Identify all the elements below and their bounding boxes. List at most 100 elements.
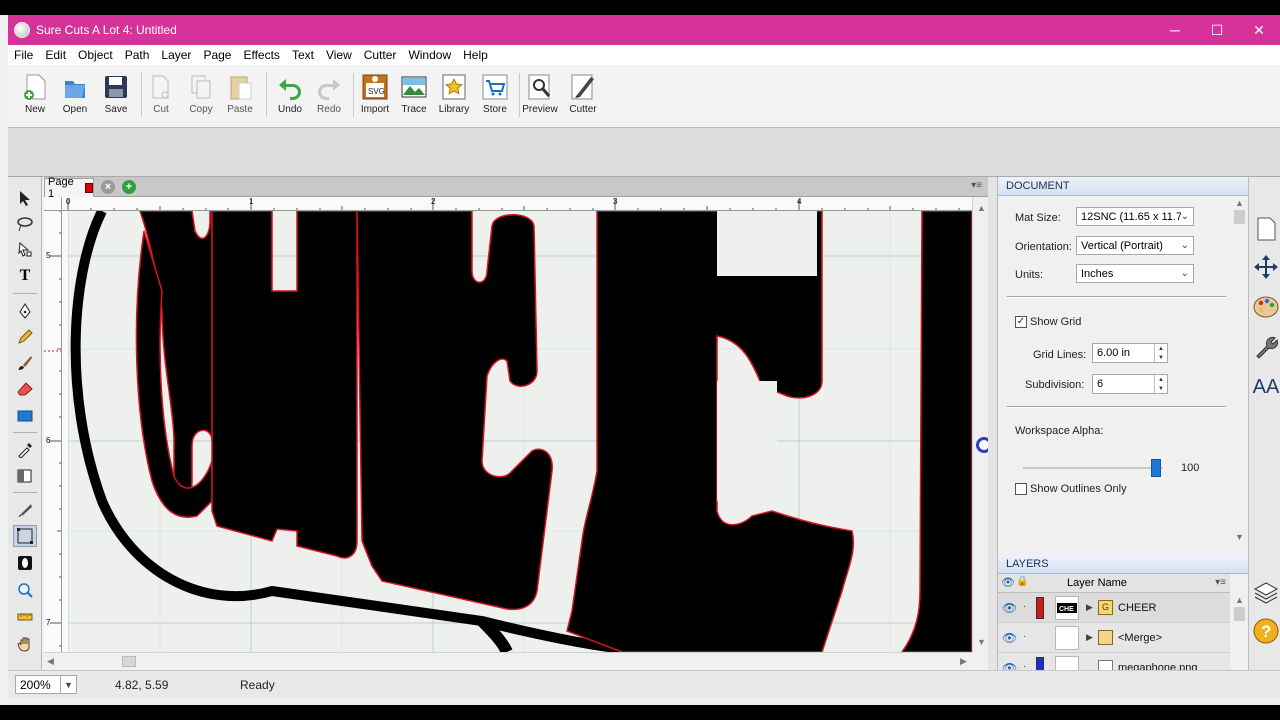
mat-size-select[interactable]: 12SNC (11.65 x 11.7 ⌄ bbox=[1076, 207, 1194, 226]
import-button[interactable]: SVG Import bbox=[355, 73, 395, 115]
layer-name[interactable]: CHEER bbox=[1118, 602, 1157, 614]
menu-layer[interactable]: Layer bbox=[155, 48, 197, 62]
workspace-alpha-slider[interactable] bbox=[1023, 459, 1163, 477]
cut-button[interactable]: Cut bbox=[141, 73, 181, 115]
node-tool-icon[interactable] bbox=[13, 525, 37, 547]
orientation-select[interactable]: Vertical (Portrait) ⌄ bbox=[1076, 236, 1194, 255]
horizontal-ruler[interactable]: 0 1 2 3 4 bbox=[62, 197, 972, 211]
pen-tool-icon[interactable] bbox=[13, 300, 37, 322]
close-page-icon[interactable]: × bbox=[101, 180, 115, 194]
layers-scroll-thumb[interactable] bbox=[1234, 607, 1245, 621]
preview-button[interactable]: Preview bbox=[520, 73, 560, 115]
menu-effects[interactable]: Effects bbox=[237, 48, 285, 62]
expand-triangle-icon[interactable]: ▶ bbox=[1086, 602, 1093, 613]
horizontal-scroll-thumb[interactable] bbox=[122, 656, 136, 667]
redo-button[interactable]: Redo bbox=[309, 73, 349, 115]
document-panel-scrollbar[interactable]: ▲ ▼ bbox=[1231, 196, 1248, 546]
layer-name-column[interactable]: Layer Name bbox=[1067, 577, 1127, 589]
layers-icon[interactable] bbox=[1252, 579, 1280, 607]
chevron-down-icon[interactable]: ▼ bbox=[60, 676, 76, 693]
eraser-tool-icon[interactable] bbox=[13, 378, 37, 400]
fill-tool-icon[interactable] bbox=[13, 465, 37, 487]
workspace-alpha-slider-knob[interactable] bbox=[1151, 459, 1161, 477]
pencil-tool-icon[interactable] bbox=[13, 326, 37, 348]
weld-tool-icon[interactable] bbox=[13, 552, 37, 574]
grid-lines-stepper[interactable]: ▲ ▼ bbox=[1154, 344, 1167, 362]
library-button[interactable]: Library bbox=[434, 73, 474, 115]
layer-name[interactable]: <Merge> bbox=[1118, 632, 1162, 644]
wrench-icon[interactable] bbox=[1252, 333, 1280, 361]
close-button[interactable]: ✕ bbox=[1238, 15, 1280, 45]
help-icon[interactable]: ? bbox=[1252, 617, 1280, 645]
add-page-icon[interactable]: + bbox=[122, 180, 136, 194]
menu-help[interactable]: Help bbox=[457, 48, 494, 62]
units-select[interactable]: Inches ⌄ bbox=[1076, 264, 1194, 283]
menu-cutter[interactable]: Cutter bbox=[358, 48, 403, 62]
menu-view[interactable]: View bbox=[320, 48, 358, 62]
open-button[interactable]: Open bbox=[55, 73, 95, 115]
page-icon[interactable] bbox=[1252, 215, 1280, 243]
scroll-up-icon[interactable]: ▲ bbox=[1235, 198, 1244, 208]
lock-toggle[interactable]: · bbox=[1023, 631, 1026, 642]
scroll-up-icon[interactable]: ▲ bbox=[977, 203, 986, 213]
layers-menu-icon[interactable]: ▾≡ bbox=[1215, 577, 1226, 588]
new-button[interactable]: New bbox=[15, 73, 55, 115]
show-outlines-checkbox[interactable] bbox=[1015, 483, 1027, 495]
cutter-button[interactable]: Cutter bbox=[563, 73, 603, 115]
menu-edit[interactable]: Edit bbox=[39, 48, 72, 62]
store-button[interactable]: Store bbox=[475, 73, 515, 115]
trace-button[interactable]: Trace bbox=[394, 73, 434, 115]
document-scroll-thumb[interactable] bbox=[1234, 210, 1245, 224]
tab-page-1[interactable]: Page 1 bbox=[44, 176, 94, 200]
grid-lines-input[interactable]: 6.00 in ▲ ▼ bbox=[1092, 343, 1168, 363]
menu-text[interactable]: Text bbox=[286, 48, 320, 62]
text-tool-icon[interactable]: T bbox=[13, 265, 37, 287]
move-icon[interactable] bbox=[1252, 253, 1280, 281]
copy-button[interactable]: Copy bbox=[181, 73, 221, 115]
lock-icon[interactable]: 🔒 bbox=[1016, 576, 1028, 587]
expand-triangle-icon[interactable]: ▶ bbox=[1086, 632, 1093, 643]
palette-icon[interactable] bbox=[1252, 293, 1280, 321]
menu-page[interactable]: Page bbox=[197, 48, 237, 62]
tab-menu-icon[interactable]: ▾≡ bbox=[971, 180, 982, 191]
show-grid-checkbox[interactable]: ✓ bbox=[1015, 316, 1027, 328]
minimize-button[interactable]: ─ bbox=[1154, 15, 1196, 45]
zoom-select[interactable]: 200% ▼ bbox=[15, 675, 77, 694]
ruler-tool-icon[interactable] bbox=[13, 606, 37, 628]
layer-row[interactable]: 👁 · ▶ <Merge> bbox=[998, 623, 1230, 653]
panel-splitter[interactable] bbox=[988, 177, 998, 672]
paste-button[interactable]: Paste bbox=[220, 73, 260, 115]
undo-button[interactable]: Undo bbox=[270, 73, 310, 115]
brush-tool-icon[interactable] bbox=[13, 352, 37, 374]
visibility-eye-icon[interactable]: 👁 bbox=[1001, 576, 1015, 589]
layer-row[interactable]: 👁 · CHE ▶ G CHEER bbox=[998, 593, 1230, 623]
scroll-down-icon[interactable]: ▼ bbox=[977, 637, 986, 647]
scroll-up-icon[interactable]: ▲ bbox=[1235, 595, 1244, 605]
menu-file[interactable]: File bbox=[8, 48, 39, 62]
layer-color-swatch[interactable] bbox=[1036, 597, 1044, 619]
select-tool-arrow-icon[interactable] bbox=[13, 187, 37, 209]
vertical-ruler[interactable]: 5 6 7 bbox=[44, 211, 62, 652]
subdivision-input[interactable]: 6 ▲ ▼ bbox=[1092, 374, 1168, 394]
pan-hand-tool-icon[interactable] bbox=[13, 633, 37, 655]
menu-object[interactable]: Object bbox=[72, 48, 119, 62]
menu-window[interactable]: Window bbox=[402, 48, 457, 62]
design-canvas[interactable] bbox=[62, 211, 972, 652]
lasso-tool-icon[interactable] bbox=[13, 213, 37, 235]
save-button[interactable]: Save bbox=[96, 73, 136, 115]
scroll-right-icon[interactable]: ▶ bbox=[960, 656, 967, 667]
canvas-vertical-scrollbar[interactable]: ▲ ▼ bbox=[972, 197, 992, 652]
maximize-button[interactable]: ☐ bbox=[1196, 15, 1238, 45]
node-edit-tool-icon[interactable] bbox=[13, 239, 37, 261]
eyedropper-tool-icon[interactable] bbox=[13, 439, 37, 461]
visibility-eye-icon[interactable]: 👁 bbox=[1002, 631, 1017, 645]
visibility-eye-icon[interactable]: 👁 bbox=[1002, 601, 1017, 615]
scroll-down-icon[interactable]: ▼ bbox=[1235, 532, 1244, 542]
zoom-tool-icon[interactable] bbox=[13, 579, 37, 601]
subdivision-stepper[interactable]: ▲ ▼ bbox=[1154, 375, 1167, 393]
knife-tool-icon[interactable] bbox=[13, 499, 37, 521]
canvas-horizontal-scrollbar[interactable]: ◀ ▶ bbox=[44, 652, 972, 669]
scroll-left-icon[interactable]: ◀ bbox=[47, 656, 54, 667]
layers-scrollbar[interactable]: ▲ bbox=[1230, 593, 1248, 672]
text-size-icon[interactable]: AA bbox=[1252, 373, 1280, 401]
